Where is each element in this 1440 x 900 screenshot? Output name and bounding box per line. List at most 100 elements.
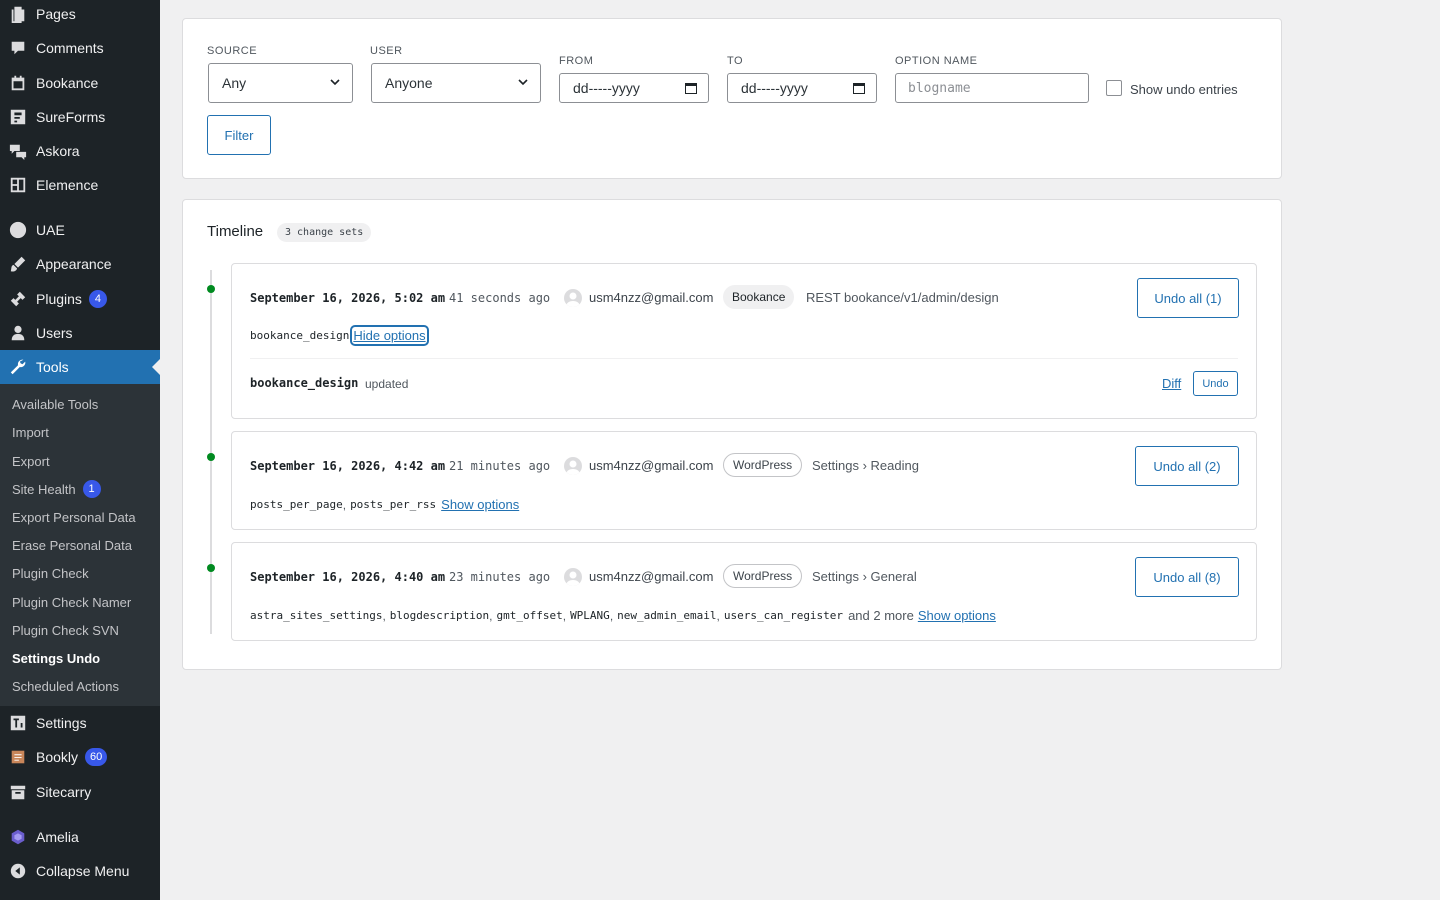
from-label: FROM [559,55,594,67]
show-undo-checkbox[interactable] [1106,80,1122,96]
user-label: USER [370,45,403,57]
menu-plugins[interactable]: Plugins 4 [0,282,160,316]
collapse-menu-button[interactable]: Collapse Menu [0,854,160,888]
menu-label: Amelia [36,829,79,845]
filters-panel: SOURCE Any USER Anyone FROM dd-----yyyy … [182,18,1282,179]
menu-bookance[interactable]: Bookance [0,66,160,100]
show-options-link[interactable]: Show options [918,608,996,623]
chevron-down-icon [518,79,528,86]
undo-all-button[interactable]: Undo all (2) [1135,446,1239,486]
submenu-import[interactable]: Import [12,418,49,446]
menu-label: UAE [36,222,65,238]
from-date-value: dd-----yyyy [573,80,640,96]
filter-button[interactable]: Filter [207,115,271,155]
entry-options: bookance_design Hide options [250,325,429,346]
menu-elemence[interactable]: Elemence [0,168,160,202]
menu-uae[interactable]: UAE [0,213,160,247]
to-date-input[interactable]: dd-----yyyy [727,73,877,103]
entry-date: September 16, 2026, 4:42 am [250,459,446,473]
user-value: Anyone [385,75,433,91]
diff-link[interactable]: Diff [1162,376,1181,391]
option-name-input[interactable]: blogname [895,73,1089,103]
entry-options: posts_per_page , posts_per_rss Show opti… [250,497,520,512]
entry-context: Settings › General [812,569,917,584]
entry-relative-time: 41 seconds ago [449,291,551,305]
source-badge: WordPress [723,564,803,588]
undo-all-button[interactable]: Undo all (1) [1137,278,1239,318]
tools-submenu: Available Tools Import Export Site Healt… [0,384,160,706]
from-date-input[interactable]: dd-----yyyy [559,73,709,103]
timeline-dot [207,285,215,293]
submenu-export-personal-data[interactable]: Export Personal Data [12,503,136,531]
calendar-icon [0,74,36,92]
timeline-dot [207,564,215,572]
menu-settings[interactable]: Settings [0,706,160,740]
option-name: new_admin_email [617,609,717,622]
show-undo-label[interactable]: Show undo entries [1130,82,1238,97]
calendar-icon[interactable] [852,81,866,95]
menu-comments[interactable]: Comments [0,31,160,65]
submenu-site-health[interactable]: Site Health 1 [12,475,101,503]
divider [250,358,1238,359]
timeline-panel: Timeline 3 change sets September 16, 202… [182,199,1282,670]
entry-relative-time: 23 minutes ago [449,570,551,584]
menu-appearance[interactable]: Appearance [0,247,160,281]
menu-label: Settings [36,715,87,731]
undo-all-button[interactable]: Undo all (8) [1135,557,1239,597]
menu-label: Collapse Menu [36,863,130,879]
menu-label: Bookly [36,749,79,765]
hide-options-link[interactable]: Hide options [350,325,429,346]
undo-button[interactable]: Undo [1193,371,1238,396]
submenu-erase-personal-data[interactable]: Erase Personal Data [12,531,132,559]
option-name: users_can_register [723,609,844,622]
change-sets-badge: 3 change sets [277,223,372,242]
menu-askora[interactable]: Askora [0,134,160,168]
change-set-entry: September 16, 2026, 4:40 am 23 minutes a… [231,542,1257,641]
menu-label: Plugins [36,291,82,307]
entry-user: usm4nzz@gmail.com [589,290,714,305]
menu-label: SureForms [36,109,106,125]
admin-sidebar: Pages Comments Bookance SureForms Askora… [0,0,160,900]
user-select[interactable]: Anyone [371,63,541,103]
menu-users[interactable]: Users [0,316,160,350]
calendar-icon[interactable] [684,81,698,95]
menu-amelia[interactable]: Amelia [0,820,160,854]
submenu-plugin-check[interactable]: Plugin Check [12,559,89,587]
menu-bookly[interactable]: Bookly 60 [0,740,160,774]
submenu-settings-undo[interactable]: Settings Undo [12,644,100,672]
archive-icon [0,783,36,801]
submenu-export[interactable]: Export [12,447,50,475]
submenu-available-tools[interactable]: Available Tools [12,390,98,418]
source-label: SOURCE [207,45,258,57]
show-options-link[interactable]: Show options [441,497,519,512]
submenu-plugin-check-svn[interactable]: Plugin Check SVN [12,616,119,644]
menu-sitecarry[interactable]: Sitecarry [0,775,160,809]
option-name: posts_per_page [250,498,343,511]
entry-relative-time: 21 minutes ago [449,459,551,473]
bookly-icon [0,748,36,766]
menu-label: Appearance [36,256,112,272]
menu-sureforms[interactable]: SureForms [0,100,160,134]
menu-pages[interactable]: Pages [0,0,160,31]
submenu-scheduled-actions[interactable]: Scheduled Actions [12,672,119,700]
entry-context: Settings › Reading [812,458,919,473]
source-badge: Bookance [723,285,795,309]
submenu-plugin-check-namer[interactable]: Plugin Check Namer [12,588,131,616]
entry-user: usm4nzz@gmail.com [589,458,714,473]
sureforms-icon [0,108,36,126]
menu-label: Tools [36,359,69,375]
chevron-down-icon [330,79,340,86]
pages-icon [0,5,36,23]
site-health-badge: 1 [82,480,101,498]
entry-user: usm4nzz@gmail.com [589,569,714,584]
source-value: Any [222,75,247,91]
settings-icon [0,714,36,732]
askora-icon [0,142,36,160]
submenu-label: Site Health [12,481,76,497]
source-badge: WordPress [723,453,803,477]
change-set-entry: September 16, 2026, 4:42 am 21 minutes a… [231,431,1257,530]
timeline-line [210,270,212,634]
menu-tools[interactable]: Tools [0,350,160,384]
entry-date: September 16, 2026, 5:02 am [250,291,446,305]
source-select[interactable]: Any [208,63,353,103]
